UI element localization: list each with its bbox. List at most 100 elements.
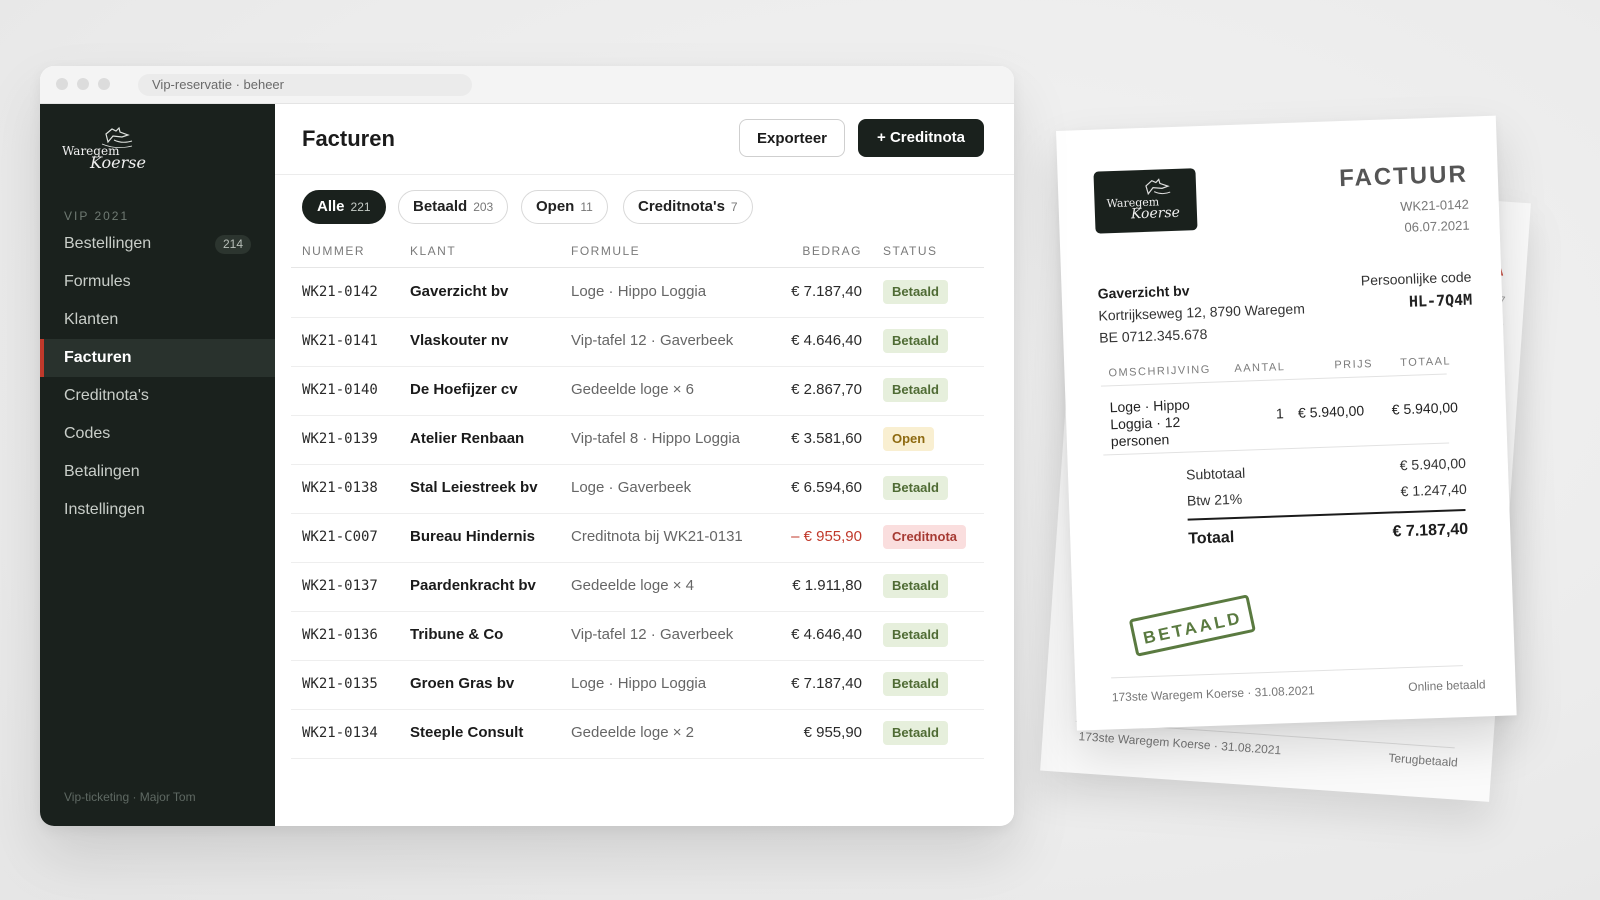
status-cell: Betaald bbox=[883, 464, 948, 512]
export-button[interactable]: Exporteer bbox=[739, 119, 845, 157]
logo-text: Koerse bbox=[1130, 205, 1180, 223]
formula: Vip-tafel 12 · Gaverbeek bbox=[571, 332, 734, 349]
col-header-klant[interactable]: KLANT bbox=[410, 244, 456, 258]
url-bar[interactable]: Vip-reservatie · beheer bbox=[138, 74, 472, 96]
invoice-sheet: Waregem Koerse FACTUUR WK21-0142 06.07.2… bbox=[1056, 115, 1517, 731]
table-row[interactable]: WK21-0138 Stal Leiestreek bv Loge · Gaverb… bbox=[291, 464, 984, 514]
total-value: € 7.187,40 bbox=[1392, 520, 1469, 541]
status-cell: Betaald bbox=[883, 709, 948, 757]
invoice-line-description: Loge · Hippo Loggia · 12 personen bbox=[1109, 396, 1191, 450]
client-name: Paardenkracht bv bbox=[410, 577, 536, 594]
sidebar-item-formules[interactable]: Formules bbox=[40, 263, 275, 301]
formula: Gedeelde loge × 6 bbox=[571, 381, 695, 398]
total-label: Totaal bbox=[1188, 529, 1235, 548]
table-row[interactable]: WK21-0134 Steeple Consult Gedeelde loge × … bbox=[291, 709, 984, 759]
invoice-title: FACTUUR bbox=[1338, 160, 1469, 193]
sidebar-section-label: VIP 2021 bbox=[64, 209, 130, 223]
sidebar-item-klanten[interactable]: Klanten bbox=[40, 301, 275, 339]
col-header-status[interactable]: STATUS bbox=[883, 244, 938, 258]
status-cell: Betaald bbox=[883, 660, 948, 708]
invoice-client: Gaverzicht bv bbox=[1097, 282, 1190, 302]
amount: € 2.867,70 bbox=[791, 381, 862, 398]
table-header: NUMMER KLANT FORMULE BEDRAG STATUS bbox=[291, 244, 984, 266]
filter-count: 7 bbox=[730, 200, 738, 214]
table-row[interactable]: WK21-0136 Tribune & Co Vip-tafel 12 · Gave… bbox=[291, 611, 984, 661]
sidebar-item-instellingen[interactable]: Instellingen bbox=[40, 491, 275, 529]
status-badge: Betaald bbox=[883, 672, 948, 697]
window-close-icon[interactable] bbox=[56, 78, 68, 90]
status-cell: Betaald bbox=[883, 562, 948, 610]
table-row[interactable]: WK21-0139 Atelier Renbaan Vip-tafel 8 · Hi… bbox=[291, 415, 984, 465]
invoice-footer-status: Online betaald bbox=[1407, 677, 1486, 695]
sidebar-item-betalingen[interactable]: Betalingen bbox=[40, 453, 275, 491]
formula: Loge · Hippo Loggia bbox=[571, 675, 707, 692]
sidebar-item-codes[interactable]: Codes bbox=[40, 415, 275, 453]
invoice-number: WK21-0135 bbox=[302, 676, 378, 692]
table-row[interactable]: WK21-0142 Gaverzicht bv Loge · Hippo Loggi… bbox=[291, 268, 984, 318]
formula: Creditnota bij WK21-0131 bbox=[571, 528, 743, 545]
horse-logo-icon: Waregem Koerse bbox=[1106, 178, 1180, 223]
sidebar-item-creditnotas[interactable]: Creditnota's bbox=[40, 377, 275, 415]
invoice-footer-event: 173ste Waregem Koerse · 31.08.2021 bbox=[1111, 683, 1315, 705]
sidebar-item-bestellingen[interactable]: Bestellingen 214 bbox=[40, 225, 275, 263]
filter-count: 221 bbox=[350, 200, 371, 214]
col-header-nummer[interactable]: NUMMER bbox=[302, 244, 365, 258]
invoice-date: 06.07.2021 bbox=[1404, 217, 1470, 235]
amount: € 7.187,40 bbox=[791, 283, 862, 300]
status-badge: Betaald bbox=[883, 378, 948, 403]
status-cell: Betaald bbox=[883, 366, 948, 414]
window-minimize-icon[interactable] bbox=[77, 78, 89, 90]
formula: Loge · Gaverbeek bbox=[571, 479, 692, 496]
sidebar-item-label: Creditnota's bbox=[64, 387, 149, 404]
table-row[interactable]: WK21-0135 Groen Gras bv Loge · Hippo Loggi… bbox=[291, 660, 984, 710]
amount: € 7.187,40 bbox=[791, 675, 862, 692]
status-cell: Open bbox=[883, 415, 935, 463]
invoice-address: Kortrijkseweg 12, 8790 Waregem bbox=[1098, 300, 1306, 324]
sidebar-footer: Vip-ticketing · Major Tom bbox=[64, 790, 196, 804]
client-name: Groen Gras bv bbox=[410, 675, 515, 692]
filter-creditnotas[interactable]: Creditnota's 7 bbox=[623, 190, 753, 224]
invoice-number: WK21-0138 bbox=[302, 480, 378, 496]
filter-label: Betaald bbox=[413, 198, 468, 215]
filter-alle[interactable]: Alle 221 bbox=[302, 190, 386, 224]
status-cell: Betaald bbox=[883, 317, 948, 365]
invoice-line-price: € 5.940,00 bbox=[1297, 402, 1365, 421]
filter-count: 203 bbox=[473, 200, 494, 214]
col-header-bedrag[interactable]: BEDRAG bbox=[802, 244, 862, 258]
invoice-vat-number: BE 0712.345.678 bbox=[1098, 325, 1208, 346]
new-creditnote-button[interactable]: + Creditnota bbox=[858, 119, 984, 157]
title-bar: Vip-reservatie · beheer bbox=[40, 66, 1014, 104]
invoice-number: WK21-0136 bbox=[302, 627, 378, 643]
sidebar-item-facturen[interactable]: Facturen bbox=[40, 339, 275, 377]
table-row[interactable]: WK21-0137 Paardenkracht bv Gedeelde loge ×… bbox=[291, 562, 984, 612]
invoice-number: WK21-0142 bbox=[1399, 196, 1470, 215]
amount: € 6.594,60 bbox=[791, 479, 862, 496]
personal-code: HL-7Q4M bbox=[1408, 290, 1473, 311]
brand-logo[interactable]: Waregem Koerse bbox=[62, 126, 162, 176]
main-content: Facturen Exporteer + Creditnota Alle 221 … bbox=[275, 104, 1014, 826]
client-name: Atelier Renbaan bbox=[410, 430, 525, 447]
col-header-formule[interactable]: FORMULE bbox=[571, 244, 640, 258]
horse-logo-icon: Waregem Koerse bbox=[62, 126, 146, 172]
divider bbox=[1111, 665, 1463, 679]
paid-stamp: BETAALD bbox=[1128, 594, 1256, 657]
client-name: Tribune & Co bbox=[410, 626, 504, 643]
filter-betaald[interactable]: Betaald 203 bbox=[398, 190, 509, 224]
filter-open[interactable]: Open 11 bbox=[521, 190, 608, 224]
table-row[interactable]: WK21-C007 Bureau Hindernis Creditnota bij … bbox=[291, 513, 984, 563]
invoice-col-header: PRIJS bbox=[1334, 358, 1374, 372]
subtotal-value: € 5.940,00 bbox=[1399, 454, 1467, 474]
divider bbox=[275, 174, 1014, 175]
status-badge: Betaald bbox=[883, 280, 948, 305]
sidebar-item-label: Bestellingen bbox=[64, 235, 152, 252]
table-row[interactable]: WK21-0140 De Hoefijzer cv Gedeelde loge × … bbox=[291, 366, 984, 416]
logo-text: Koerse bbox=[89, 153, 146, 172]
filter-label: Open bbox=[536, 198, 575, 215]
amount: – € 955,90 bbox=[791, 528, 862, 545]
window-maximize-icon[interactable] bbox=[98, 78, 110, 90]
status-badge: Betaald bbox=[883, 476, 948, 501]
table-row[interactable]: WK21-0141 Vlaskouter nv Vip-tafel 12 · Gav… bbox=[291, 317, 984, 367]
formula: Vip-tafel 8 · Hippo Loggia bbox=[571, 430, 740, 447]
page-title: Facturen bbox=[302, 126, 395, 151]
invoice-number: WK21-0142 bbox=[302, 284, 378, 300]
